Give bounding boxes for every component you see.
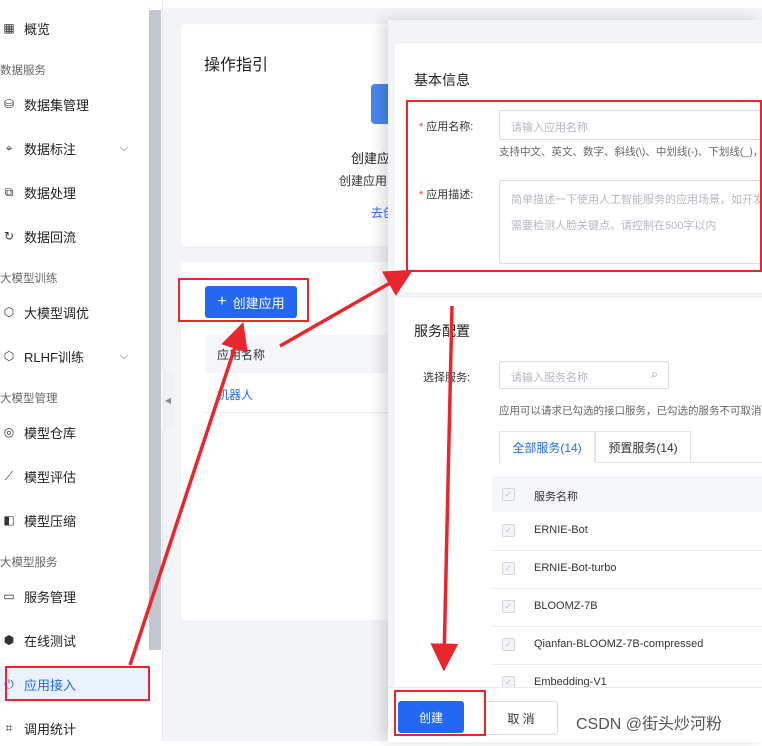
annotation-arrows <box>128 269 459 672</box>
arrow-app-access-to-create-app <box>128 322 248 666</box>
arrow-basic-info-to-create-button <box>430 305 459 672</box>
arrow-create-app-to-basic-info <box>279 269 414 348</box>
